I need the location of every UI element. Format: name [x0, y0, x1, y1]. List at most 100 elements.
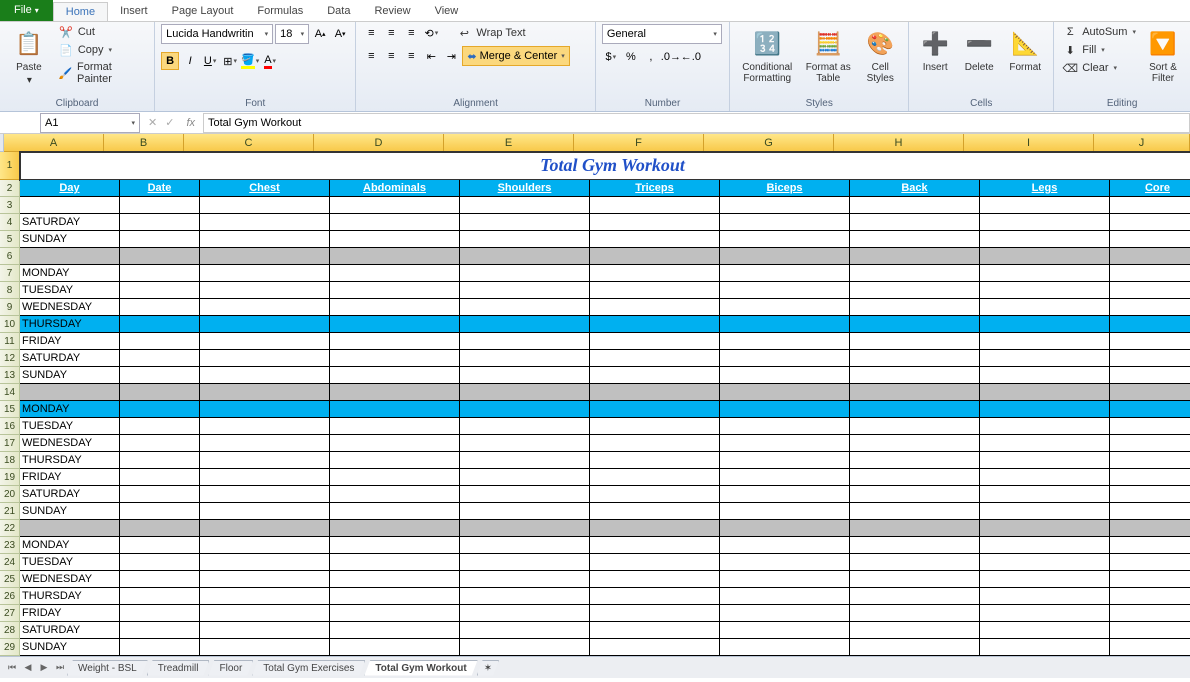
cell-B4[interactable] [120, 214, 200, 231]
align-center-button[interactable]: ≡ [382, 47, 400, 65]
cell-H3[interactable] [850, 197, 980, 214]
cell-H13[interactable] [850, 367, 980, 384]
format-button[interactable]: 📐Format [1003, 24, 1047, 73]
cell-I9[interactable] [980, 299, 1110, 316]
cell-D26[interactable] [330, 588, 460, 605]
cell-E27[interactable] [460, 605, 590, 622]
cell-G26[interactable] [720, 588, 850, 605]
row-header-25[interactable]: 25 [0, 571, 20, 588]
cell-C7[interactable] [200, 265, 330, 282]
col-header-E[interactable]: E [444, 134, 574, 152]
autosum-button[interactable]: ΣAutoSum▾ [1060, 24, 1138, 40]
underline-button[interactable]: U▾ [201, 52, 219, 70]
cell-I21[interactable] [980, 503, 1110, 520]
col-header-F[interactable]: F [574, 134, 704, 152]
align-right-button[interactable]: ≡ [402, 47, 420, 65]
cell-B16[interactable] [120, 418, 200, 435]
cell-A10[interactable]: THURSDAY [20, 316, 120, 333]
cell-G11[interactable] [720, 333, 850, 350]
cell-D23[interactable] [330, 537, 460, 554]
cell-J13[interactable] [1110, 367, 1190, 384]
cell-F10[interactable] [590, 316, 720, 333]
cell-A21[interactable]: SUNDAY [20, 503, 120, 520]
cell-F26[interactable] [590, 588, 720, 605]
cell-D7[interactable] [330, 265, 460, 282]
row-header-5[interactable]: 5 [0, 231, 20, 248]
cell-I15[interactable] [980, 401, 1110, 418]
cell-C15[interactable] [200, 401, 330, 418]
cell-B14[interactable] [120, 384, 200, 401]
cell-C3[interactable] [200, 197, 330, 214]
cell-J11[interactable] [1110, 333, 1190, 350]
cell-E23[interactable] [460, 537, 590, 554]
cell-H5[interactable] [850, 231, 980, 248]
cell-F22[interactable] [590, 520, 720, 537]
header-cell-legs[interactable]: Legs [980, 180, 1110, 197]
cell-H8[interactable] [850, 282, 980, 299]
cell-F4[interactable] [590, 214, 720, 231]
row-header-2[interactable]: 2 [0, 180, 20, 197]
cell-G13[interactable] [720, 367, 850, 384]
new-sheet-button[interactable]: ✶ [477, 660, 499, 676]
cell-I24[interactable] [980, 554, 1110, 571]
cell-E13[interactable] [460, 367, 590, 384]
cell-D20[interactable] [330, 486, 460, 503]
cell-J21[interactable] [1110, 503, 1190, 520]
cell-E19[interactable] [460, 469, 590, 486]
menu-tab-insert[interactable]: Insert [108, 2, 160, 21]
cell-A16[interactable]: TUESDAY [20, 418, 120, 435]
cell-A7[interactable]: MONDAY [20, 265, 120, 282]
menu-tab-view[interactable]: View [423, 2, 471, 21]
tab-nav-first[interactable]: ⏮ [4, 660, 20, 676]
cell-H17[interactable] [850, 435, 980, 452]
cell-H24[interactable] [850, 554, 980, 571]
cell-D13[interactable] [330, 367, 460, 384]
cell-H22[interactable] [850, 520, 980, 537]
cell-C22[interactable] [200, 520, 330, 537]
row-header-1[interactable]: 1 [0, 152, 20, 180]
cell-E4[interactable] [460, 214, 590, 231]
number-format-select[interactable]: General▾ [602, 24, 722, 44]
cell-D8[interactable] [330, 282, 460, 299]
cell-E21[interactable] [460, 503, 590, 520]
cell-E8[interactable] [460, 282, 590, 299]
cell-J18[interactable] [1110, 452, 1190, 469]
border-button[interactable]: ⊞▾ [221, 52, 239, 70]
cell-D27[interactable] [330, 605, 460, 622]
file-tab[interactable]: File [0, 0, 53, 21]
cell-E9[interactable] [460, 299, 590, 316]
cell-A26[interactable]: THURSDAY [20, 588, 120, 605]
row-header-11[interactable]: 11 [0, 333, 20, 350]
cell-C20[interactable] [200, 486, 330, 503]
cell-I5[interactable] [980, 231, 1110, 248]
cell-E28[interactable] [460, 622, 590, 639]
cell-B23[interactable] [120, 537, 200, 554]
col-header-A[interactable]: A [4, 134, 104, 152]
cell-G29[interactable] [720, 639, 850, 656]
cell-D24[interactable] [330, 554, 460, 571]
cell-F11[interactable] [590, 333, 720, 350]
cell-E14[interactable] [460, 384, 590, 401]
dec-decimal-button[interactable]: ←.0 [682, 48, 700, 66]
row-header-3[interactable]: 3 [0, 197, 20, 214]
cell-B13[interactable] [120, 367, 200, 384]
cell-J19[interactable] [1110, 469, 1190, 486]
cell-I29[interactable] [980, 639, 1110, 656]
cell-F15[interactable] [590, 401, 720, 418]
row-header-21[interactable]: 21 [0, 503, 20, 520]
cell-D6[interactable] [330, 248, 460, 265]
cell-G6[interactable] [720, 248, 850, 265]
cell-J29[interactable] [1110, 639, 1190, 656]
header-cell-shoulders[interactable]: Shoulders [460, 180, 590, 197]
cell-E18[interactable] [460, 452, 590, 469]
sheet-tab-floor[interactable]: Floor [208, 660, 253, 676]
cell-A5[interactable]: SUNDAY [20, 231, 120, 248]
cell-J7[interactable] [1110, 265, 1190, 282]
cell-D25[interactable] [330, 571, 460, 588]
cell-E12[interactable] [460, 350, 590, 367]
cell-H26[interactable] [850, 588, 980, 605]
cell-A17[interactable]: WEDNESDAY [20, 435, 120, 452]
clear-button[interactable]: ⌫Clear▾ [1060, 60, 1138, 76]
cell-A3[interactable] [20, 197, 120, 214]
menu-tab-data[interactable]: Data [315, 2, 362, 21]
